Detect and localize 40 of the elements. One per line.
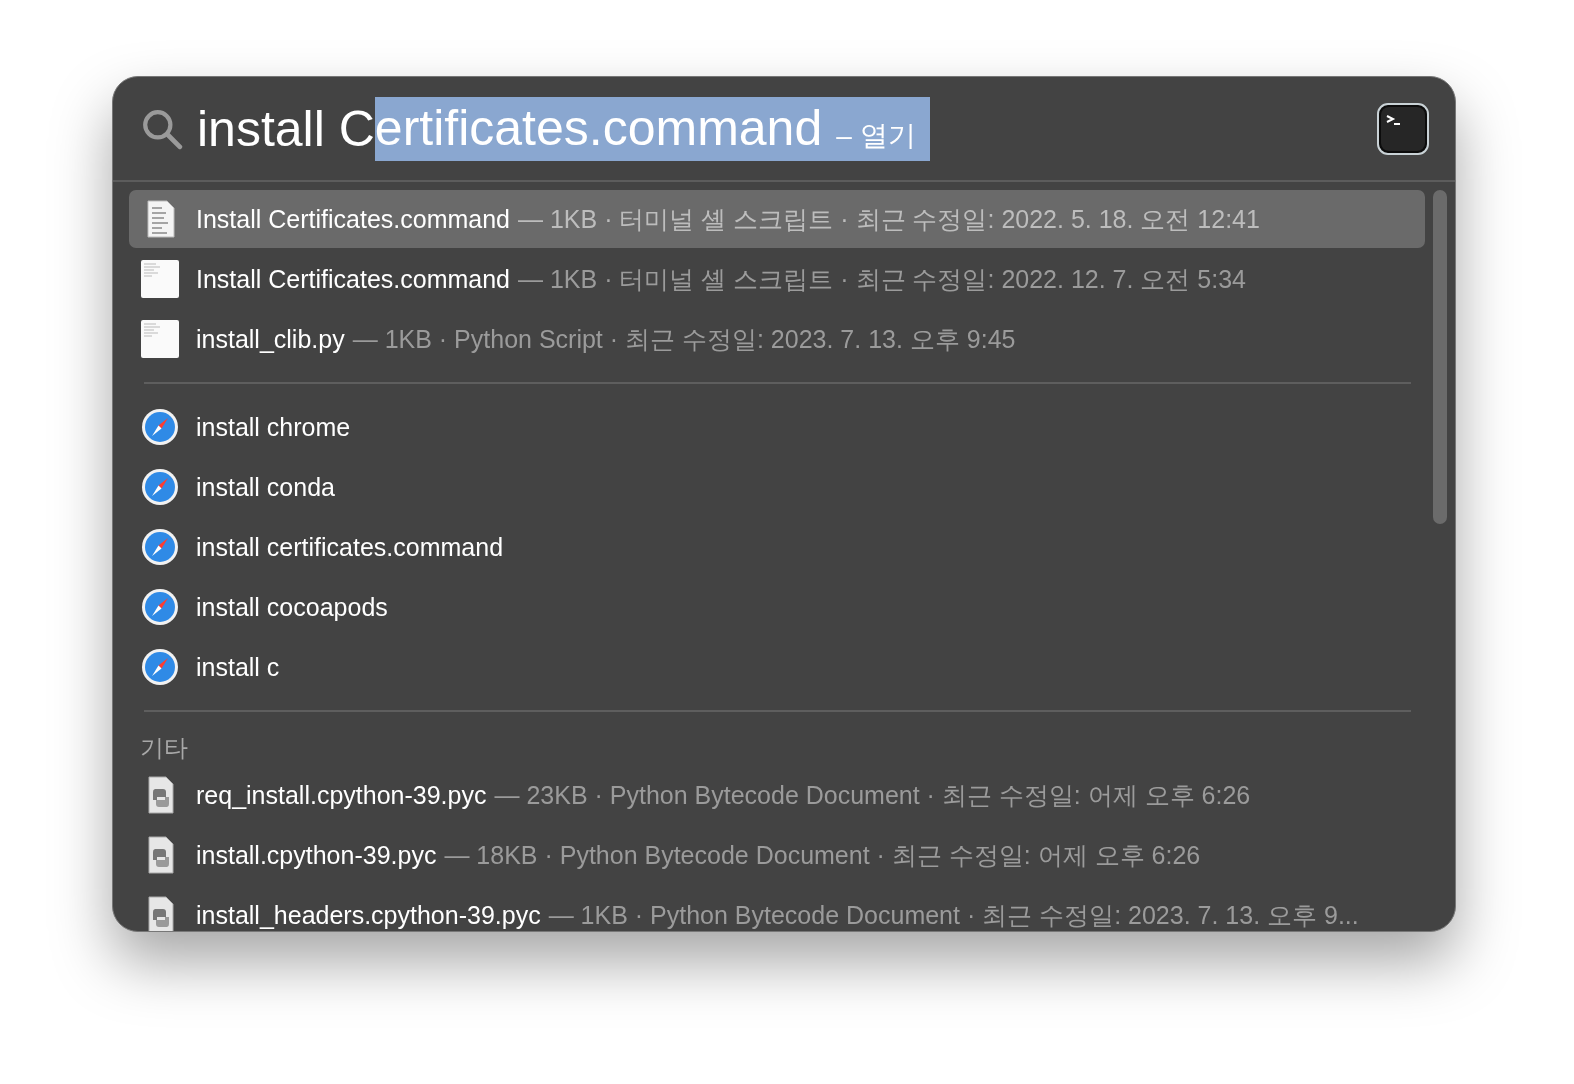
terminal-app-icon[interactable] xyxy=(1377,102,1429,155)
result-item[interactable]: Install Certificates.command — 1KB · 터미널 셸 스크립트 · 최근 수정일: 2022. 5. 18. 오전 12:41 xyxy=(129,190,1425,248)
document-icon xyxy=(140,319,180,359)
compass-icon xyxy=(140,527,180,567)
document-icon xyxy=(140,259,180,299)
result-name: install chrome xyxy=(196,412,351,442)
result-item[interactable]: install_clib.py — 1KB · Python Script · 최근 수정일: 2023. 7. 13. 오후 9:45 xyxy=(129,310,1425,368)
result-details: — 23KB · Python Bytecode Document · 최근 수정일: 어제 오후 6:26 xyxy=(494,779,1251,811)
result-item[interactable]: req_install.cpython-39.pyc — 23KB · Python Bytecode Document · 최근 수정일: 어제 오후 6:26 xyxy=(129,766,1425,824)
result-name: install c xyxy=(196,652,280,682)
result-item[interactable]: install chrome xyxy=(129,398,1425,456)
compass-icon xyxy=(140,407,180,447)
compass-icon xyxy=(140,647,180,687)
result-details: — 1KB · 터미널 셸 스크립트 · 최근 수정일: 2022. 12. 7. 오전 5:34 xyxy=(518,263,1246,295)
result-item[interactable]: install c xyxy=(129,638,1425,696)
section-heading: 기타 xyxy=(139,733,189,763)
result-details: — 1KB · 터미널 셸 스크립트 · 최근 수정일: 2022. 5. 18. 오전 12:41 xyxy=(518,203,1260,235)
result-item[interactable]: install_headers.cpython-39.pyc — 1KB · Python Bytecode Document · 최근 수정일: 2023. 7. 13. 오후 9... xyxy=(129,886,1425,931)
result-name: install_clib.py xyxy=(196,324,345,354)
result-name: install certificates.command xyxy=(196,532,504,562)
result-item[interactable]: Install Certificates.command — 1KB · 터미널 셸 스크립트 · 최근 수정일: 2022. 12. 7. 오전 5:34 xyxy=(129,250,1425,308)
compass-icon xyxy=(140,467,180,507)
result-item[interactable]: install certificates.command xyxy=(129,518,1425,576)
compass-icon xyxy=(140,587,180,627)
search-field[interactable]: install Certificates.command – 열기 xyxy=(197,96,1377,161)
result-name: install.cpython-39.pyc xyxy=(196,840,437,870)
result-item[interactable]: install conda xyxy=(129,458,1425,516)
result-name: req_install.cpython-39.pyc xyxy=(196,780,487,810)
result-item[interactable]: install cocoapods xyxy=(129,578,1425,636)
result-name: Install Certificates.command xyxy=(196,204,510,234)
result-name: install conda xyxy=(196,472,335,502)
result-details: — 1KB · Python Script · 최근 수정일: 2023. 7. 13. 오후 9:45 xyxy=(352,323,1016,355)
result-name: install cocoapods xyxy=(196,592,388,622)
result-name: install_headers.cpython-39.pyc xyxy=(196,900,541,930)
result-item[interactable]: install.cpython-39.pyc — 18KB · Python Bytecode Document · 최근 수정일: 어제 오후 6:26 xyxy=(129,826,1425,884)
scrollbar-thumb[interactable] xyxy=(1433,190,1447,524)
result-details: — 18KB · Python Bytecode Document · 최근 수정일: 어제 오후 6:26 xyxy=(444,839,1201,871)
result-details: — 1KB · Python Bytecode Document · 최근 수정일: 2023. 7. 13. 오후 9... xyxy=(548,899,1359,931)
search-icon xyxy=(141,107,183,150)
result-name: Install Certificates.command xyxy=(196,264,510,294)
